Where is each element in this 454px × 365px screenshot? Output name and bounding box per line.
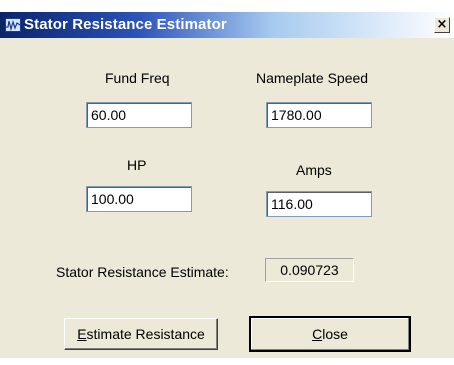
estimate-mnemonic: E	[77, 326, 87, 342]
amps-input[interactable]: 116.00	[266, 191, 372, 217]
fund-freq-input[interactable]: 60.00	[86, 102, 192, 128]
stator-resistance-value: 0.090723	[265, 258, 354, 282]
background-strip-bottom	[0, 358, 454, 365]
close-button[interactable]: Close	[249, 316, 411, 352]
estimate-resistance-button[interactable]: Estimate Resistance	[64, 318, 218, 350]
hp-input[interactable]: 100.00	[86, 186, 192, 212]
stator-resistance-dialog: Stator Resistance Estimator × Fund Freq …	[0, 0, 454, 365]
close-window-icon[interactable]: ×	[434, 17, 450, 33]
close-mnemonic: C	[312, 326, 323, 342]
window-title: Stator Resistance Estimator	[24, 16, 227, 33]
hp-label: HP	[127, 157, 147, 173]
close-label: lose	[322, 326, 348, 342]
background-strip	[0, 0, 454, 12]
title-bar[interactable]: Stator Resistance Estimator ×	[0, 12, 454, 38]
nameplate-speed-label: Nameplate Speed	[256, 70, 369, 86]
fund-freq-label: Fund Freq	[105, 70, 170, 86]
stator-resistance-label: Stator Resistance Estimate:	[56, 264, 229, 280]
estimate-label: stimate Resistance	[86, 326, 205, 342]
amps-label: Amps	[296, 162, 332, 178]
nameplate-speed-input[interactable]: 1780.00	[266, 102, 372, 128]
waveform-icon	[5, 18, 21, 32]
